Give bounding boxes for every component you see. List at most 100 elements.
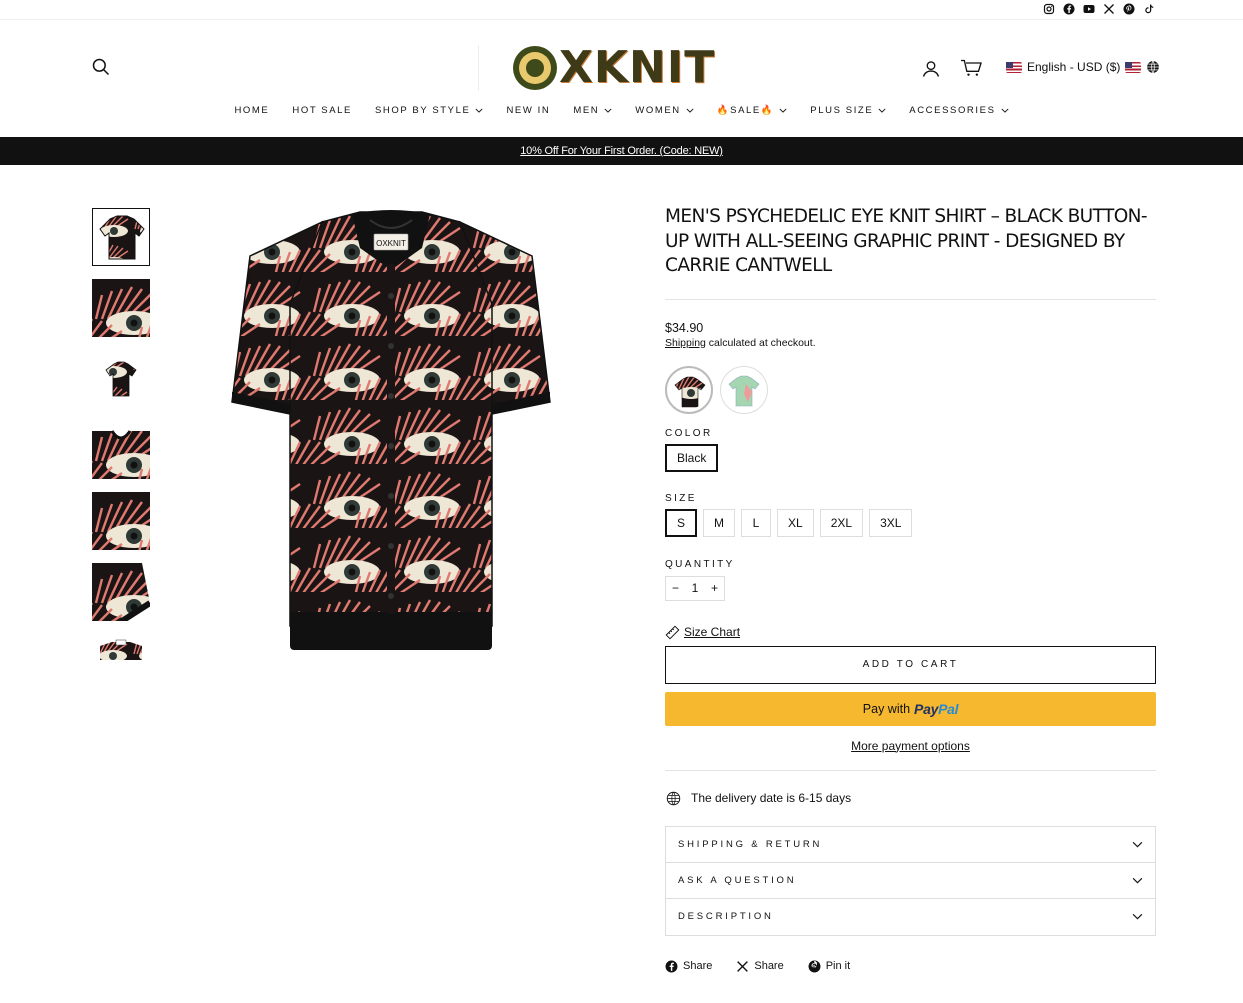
add-to-cart-button[interactable]: ADD TO CART: [665, 645, 1156, 684]
nav-item-label: HOT SALE: [292, 105, 352, 116]
chevron-down-icon: [1132, 877, 1143, 883]
size-option[interactable]: L: [741, 508, 772, 537]
quantity-stepper: − 1 +: [665, 575, 725, 601]
promo-link[interactable]: 10% Off For Your First Order. (Code: NEW…: [520, 145, 723, 157]
globe-icon: [1147, 60, 1160, 74]
chevron-down-icon: [1132, 913, 1143, 920]
x-icon: [737, 960, 749, 972]
nav-item-label: MEN: [573, 105, 600, 116]
nav-item-label: SHOP BY STYLE: [375, 105, 471, 116]
size-option[interactable]: S: [665, 508, 698, 537]
chevron-down-icon: [1132, 841, 1143, 847]
quantity-label: QUANTITY: [665, 558, 735, 570]
tiktok-icon[interactable]: [1142, 2, 1155, 15]
chevron-down-icon: [1001, 108, 1009, 113]
product-info: MEN'S PSYCHEDELIC EYE KNIT SHIRT – BLACK…: [665, 205, 1156, 973]
product-price: $34.90: [665, 320, 704, 335]
size-options: S M L XL 2XL 3XL: [665, 508, 1156, 537]
variant-swatches: [665, 365, 1156, 414]
share-label: Share: [683, 960, 713, 972]
nav-item-3[interactable]: SHOP BY STYLE: [364, 105, 495, 116]
pinterest-icon[interactable]: [1122, 2, 1135, 15]
main-nav: HOME HOT SALE SHOP BY STYLE NEW IN MEN WOMEN 🔥…: [0, 105, 1243, 116]
globe-icon: [666, 791, 681, 805]
youtube-icon[interactable]: [1082, 2, 1095, 15]
size-option[interactable]: 3XL: [869, 508, 913, 537]
cart-icon[interactable]: [960, 58, 982, 78]
chevron-down-icon: [878, 108, 886, 113]
thumbnail-7[interactable]: [92, 634, 150, 660]
color-options: Black: [665, 443, 1156, 472]
accordion-row[interactable]: SHIPPING & RETURN: [666, 827, 1155, 863]
thumbnail-3[interactable]: [92, 350, 150, 408]
ruler-icon: [665, 625, 680, 639]
thumbnail-5[interactable]: [92, 492, 150, 550]
size-option[interactable]: M: [703, 508, 736, 537]
qty-increment-button[interactable]: +: [711, 581, 718, 595]
nav-item-8[interactable]: PLUS SIZE: [799, 105, 898, 116]
svg-text:OXKNIT: OXKNIT: [376, 239, 406, 248]
paypal-brand-pal: Pal: [938, 700, 959, 717]
chevron-down-icon: [604, 108, 612, 113]
accordion-label: ASK A QUESTION: [678, 874, 797, 886]
shipping-note-text: calculated at checkout.: [705, 336, 816, 349]
nav-item-1[interactable]: HOME: [223, 105, 281, 116]
share-facebook[interactable]: Share: [665, 960, 712, 973]
announcement-bar: 10% Off For Your First Order. (Code: NEW…: [0, 137, 1243, 165]
product-title: MEN'S PSYCHEDELIC EYE KNIT SHIRT – BLACK…: [665, 206, 1148, 276]
logo-text: XKNIT: [559, 42, 716, 93]
shipping-note: Shipping calculated at checkout.: [665, 337, 1156, 349]
instagram-icon[interactable]: [1042, 2, 1055, 15]
thumbnail-2[interactable]: [92, 279, 150, 337]
site-logo[interactable]: XKNIT: [513, 45, 729, 91]
thumbnail-4[interactable]: [92, 421, 150, 479]
share-pinterest[interactable]: Pin it: [808, 960, 850, 973]
nav-item-label: 🔥SALE🔥: [716, 105, 775, 116]
more-payment-options-link[interactable]: More payment options: [665, 739, 1156, 753]
thumbnail-6[interactable]: [92, 563, 150, 621]
chevron-down-icon: [779, 108, 787, 113]
search-icon[interactable]: [91, 57, 111, 77]
paypal-brand-pay: Pay: [914, 700, 939, 717]
size-option[interactable]: 2XL: [819, 508, 864, 537]
site-header: XKNIT English - USD ($) HOME HOT SALE SHOP…: [0, 21, 1243, 136]
nav-item-2[interactable]: HOT SALE: [281, 105, 364, 116]
language-selector[interactable]: English - USD ($): [1006, 60, 1160, 74]
nav-item-label: ACCESSORIES: [909, 105, 996, 116]
size-option[interactable]: XL: [777, 508, 814, 537]
share-label: Pin it: [825, 960, 851, 972]
share-label: Share: [754, 960, 784, 972]
us-flag-icon: [1125, 61, 1142, 73]
nav-item-6[interactable]: WOMEN: [624, 105, 705, 116]
nav-item-label: WOMEN: [635, 105, 681, 116]
logo-o-icon: [513, 46, 557, 90]
shipping-link[interactable]: Shipping: [665, 337, 706, 349]
nav-item-7[interactable]: 🔥SALE🔥: [705, 105, 799, 116]
nav-item-9[interactable]: ACCESSORIES: [898, 105, 1020, 116]
swatch-green[interactable]: [720, 365, 768, 414]
nav-item-label: NEW IN: [506, 105, 551, 116]
color-option-black[interactable]: Black: [665, 443, 719, 472]
nav-item-label: PLUS SIZE: [810, 105, 874, 116]
chevron-down-icon: [686, 108, 694, 113]
paypal-button[interactable]: Pay with PayPal: [665, 691, 1156, 726]
share-links: Share Share Pin it: [665, 960, 1156, 973]
qty-decrement-button[interactable]: −: [672, 581, 679, 595]
facebook-icon[interactable]: [1062, 2, 1075, 15]
thumbnail-1[interactable]: [92, 208, 150, 266]
share-x[interactable]: Share: [736, 960, 784, 973]
accordion-row[interactable]: ASK A QUESTION: [666, 863, 1155, 899]
product-main-image[interactable]: OXKNIT: [230, 208, 552, 654]
accordion-row[interactable]: DESCRIPTION: [666, 899, 1155, 935]
swatch-black[interactable]: [665, 365, 713, 414]
qty-value[interactable]: 1: [692, 581, 699, 595]
account-icon[interactable]: [921, 59, 941, 79]
divider: [665, 769, 1156, 771]
nav-item-4[interactable]: NEW IN: [495, 105, 562, 116]
size-chart-link[interactable]: Size Chart: [665, 625, 1156, 640]
paypal-prefix: Pay with: [862, 701, 911, 716]
nav-item-5[interactable]: MEN: [562, 105, 624, 116]
product-accordion: SHIPPING & RETURN ASK A QUESTION DESCRIPTI…: [665, 825, 1156, 936]
us-flag-icon: [1006, 61, 1022, 73]
x-icon[interactable]: [1102, 2, 1115, 15]
